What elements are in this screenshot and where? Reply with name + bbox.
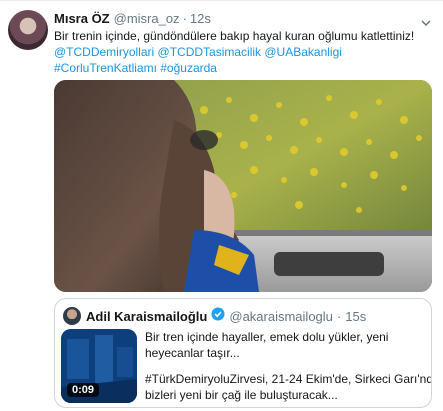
- quoted-text-line: Bir tren içinde hayaller, emek dolu yükl…: [145, 330, 389, 344]
- separator: ·: [336, 309, 342, 324]
- quoted-header: Adil Karaismailoğlu @akaraismailoglu · 1…: [86, 307, 366, 324]
- author-handle[interactable]: @misra_oz: [114, 11, 180, 26]
- quoted-author-name[interactable]: Adil Karaismailoğlu: [86, 309, 207, 324]
- timestamp[interactable]: 12s: [190, 11, 211, 26]
- mentions-link[interactable]: @TCDDemiryollari @TCDDTasimacilik @UABak…: [54, 44, 434, 60]
- separator: ·: [182, 11, 187, 26]
- quoted-author-handle[interactable]: @akaraismailoglu: [229, 309, 333, 324]
- quoted-timestamp[interactable]: 15s: [345, 309, 366, 324]
- quoted-text-line: heyecanlar taşır...: [145, 346, 240, 360]
- tweet-photo[interactable]: [54, 80, 432, 292]
- avatar[interactable]: [8, 10, 48, 50]
- quoted-text: Bir tren içinde hayaller, emek dolu yükl…: [145, 329, 432, 403]
- tweet-header: Mısra ÖZ @misra_oz · 12s: [54, 11, 211, 29]
- quoted-video-thumbnail[interactable]: 0:09: [61, 329, 137, 403]
- verified-badge-icon: [211, 307, 225, 321]
- tweet-text-line: Bir trenin içinde, gündöndülere bakıp ha…: [54, 29, 415, 43]
- quoted-avatar[interactable]: [63, 307, 81, 325]
- quoted-text-line: #TürkDemiryoluZirvesi, 21-24 Ekim'de, Si…: [145, 372, 432, 386]
- tweet-text: Bir trenin içinde, gündöndülere bakıp ha…: [54, 28, 434, 76]
- hashtags-link[interactable]: #CorluTrenKatliamı #oğuzarda: [54, 60, 434, 76]
- author-name[interactable]: Mısra ÖZ: [54, 11, 110, 26]
- tweet[interactable]: Mısra ÖZ @misra_oz · 12s Bir trenin için…: [0, 0, 443, 411]
- quoted-text-line: bizleri yeni bir çağ ile buluşturacak...: [145, 388, 338, 402]
- chevron-down-icon[interactable]: [421, 15, 431, 27]
- quoted-tweet[interactable]: Adil Karaismailoğlu @akaraismailoglu · 1…: [54, 298, 432, 408]
- video-duration: 0:09: [67, 383, 100, 397]
